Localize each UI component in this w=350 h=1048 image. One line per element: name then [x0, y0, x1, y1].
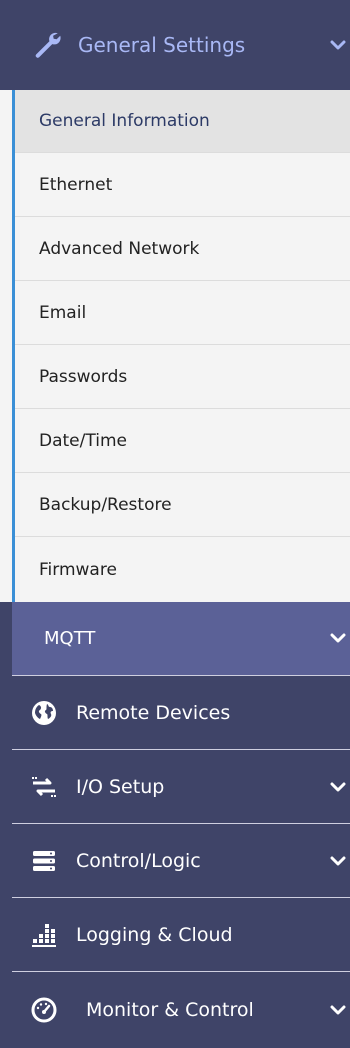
nav-item-label: Control/Logic	[76, 849, 201, 872]
menu-monitor-control[interactable]: Monitor & Control	[12, 971, 350, 1048]
chevron-down-icon[interactable]	[330, 779, 346, 795]
submenu-item-label: General Information	[39, 111, 210, 131]
exchange-arrows-icon	[32, 776, 56, 797]
submenu-item-label: Advanced Network	[39, 239, 200, 259]
nav-item-label: Logging & Cloud	[76, 923, 233, 946]
submenu-item-general-information[interactable]: General Information	[15, 90, 350, 153]
nav-item-label: I/O Setup	[76, 775, 165, 798]
submenu-item-label: Email	[39, 303, 87, 323]
submenu-item-label: Backup/Restore	[39, 495, 172, 515]
submenu-item-advanced-network[interactable]: Advanced Network	[15, 218, 350, 281]
menu-general-settings[interactable]: General Settings	[0, 0, 350, 90]
nav-item-label: Monitor & Control	[86, 999, 254, 1021]
chevron-down-icon[interactable]	[330, 630, 346, 646]
submenu-item-label: Date/Time	[39, 431, 127, 451]
submenu-item-ethernet[interactable]: Ethernet	[15, 154, 350, 217]
server-stack-icon	[33, 850, 55, 871]
globe-icon	[32, 700, 56, 725]
submenu-item-label: Firmware	[39, 560, 117, 580]
submenu-item-label: Passwords	[39, 367, 128, 387]
menu-io-setup[interactable]: I/O Setup	[12, 749, 350, 823]
chevron-down-icon[interactable]	[330, 1002, 346, 1018]
gauge-icon	[31, 997, 57, 1023]
general-settings-submenu: General Information Ethernet Advanced Ne…	[0, 90, 350, 602]
submenu-item-date-time[interactable]: Date/Time	[15, 410, 350, 473]
submenu-item-firmware[interactable]: Firmware	[15, 538, 350, 602]
wrench-icon	[35, 32, 61, 58]
submenu-item-email[interactable]: Email	[15, 282, 350, 345]
menu-mqtt[interactable]: MQTT	[0, 602, 350, 675]
menu-control-logic[interactable]: Control/Logic	[12, 823, 350, 897]
chevron-down-icon[interactable]	[330, 37, 346, 53]
menu-remote-devices[interactable]: Remote Devices	[12, 675, 350, 749]
mqtt-label: MQTT	[44, 628, 96, 649]
bar-chart-icon	[32, 923, 56, 947]
submenu-item-backup-restore[interactable]: Backup/Restore	[15, 474, 350, 537]
menu-logging-cloud[interactable]: Logging & Cloud	[12, 897, 350, 971]
general-settings-label: General Settings	[78, 33, 246, 57]
sidebar-nav: General Settings General Information Eth…	[0, 0, 350, 1048]
sidebar-left-strip	[0, 675, 12, 1048]
submenu-item-passwords[interactable]: Passwords	[15, 346, 350, 409]
chevron-down-icon[interactable]	[330, 853, 346, 869]
nav-item-label: Remote Devices	[76, 701, 231, 724]
submenu-item-label: Ethernet	[39, 175, 113, 195]
